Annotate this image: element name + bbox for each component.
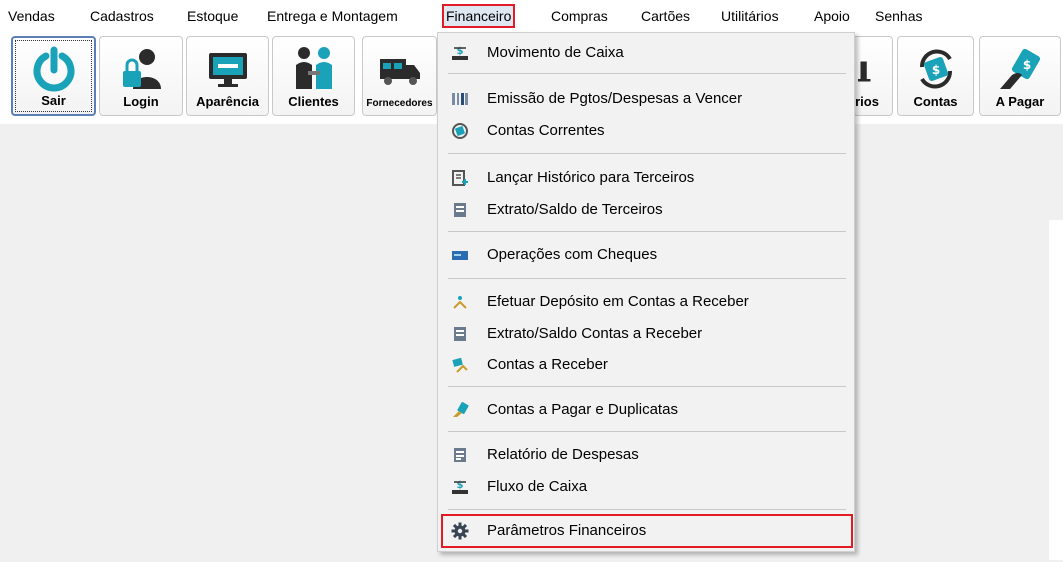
separator xyxy=(448,431,846,432)
statement-icon xyxy=(454,203,466,217)
menu-item-extrato-contas-receber[interactable]: Extrato/Saldo Contas a Receber xyxy=(441,318,851,350)
power-icon xyxy=(33,46,74,92)
cash-register-icon: $ xyxy=(452,480,468,494)
expense-report-icon xyxy=(454,448,466,462)
statement-icon xyxy=(454,327,466,341)
menu-item-relatorio-despesas[interactable]: Relatório de Despesas xyxy=(441,439,851,471)
clipboard-add-icon xyxy=(452,170,468,186)
contas-button[interactable]: $ Contas xyxy=(897,36,974,116)
menu-item-efetuar-deposito[interactable]: Efetuar Depósito em Contas a Receber xyxy=(441,286,851,318)
cash-register-icon: $ xyxy=(452,46,468,60)
clientes-button[interactable]: Clientes xyxy=(272,36,355,116)
svg-text:$: $ xyxy=(931,63,939,77)
separator xyxy=(448,231,846,232)
aparencia-label: Aparência xyxy=(196,94,259,109)
relatorios-button[interactable]: rios xyxy=(853,36,893,116)
menu-cadastros[interactable]: Cadastros xyxy=(87,6,157,26)
menu-financeiro[interactable]: Financeiro xyxy=(442,4,516,28)
contas-label: Contas xyxy=(913,94,958,109)
menu-item-operacoes-cheques[interactable]: Operações com Cheques xyxy=(441,239,851,271)
menu-vendas[interactable]: Vendas xyxy=(5,6,58,26)
relatorios-label: rios xyxy=(855,94,879,109)
menu-cartoes[interactable]: Cartões xyxy=(638,6,693,26)
menu-compras[interactable]: Compras xyxy=(548,6,611,26)
menu-estoque[interactable]: Estoque xyxy=(184,6,241,26)
deposit-icon xyxy=(453,296,467,309)
menu-item-fluxo-caixa[interactable]: $ Fluxo de Caixa xyxy=(441,471,851,503)
sair-label: Sair xyxy=(41,93,66,108)
separator xyxy=(448,153,846,154)
menu-item-parametros-financeiros[interactable]: Parâmetros Financeiros xyxy=(441,514,853,548)
side-panel-edge xyxy=(1049,220,1063,560)
separator xyxy=(448,278,846,279)
menu-senhas[interactable]: Senhas xyxy=(872,6,925,26)
hand-money-icon xyxy=(453,402,469,417)
gear-icon xyxy=(451,522,469,540)
hand-money-icon: $ xyxy=(1000,48,1041,89)
menu-apoio[interactable]: Apoio xyxy=(811,6,853,26)
report-icon xyxy=(858,61,871,82)
fornecedores-button[interactable]: Fornecedores xyxy=(362,36,437,116)
clients-handshake-icon xyxy=(295,47,332,89)
receive-money-icon xyxy=(452,357,468,373)
menu-item-extrato-terceiros[interactable]: Extrato/Saldo de Terceiros xyxy=(441,194,851,226)
menu-bar: Vendas Cadastros Estoque Entrega e Monta… xyxy=(0,0,1063,32)
user-lock-icon xyxy=(123,49,161,89)
financeiro-dropdown: $ Movimento de Caixa Emissão de Pgtos/De… xyxy=(437,32,855,552)
a-pagar-label: A Pagar xyxy=(995,94,1045,109)
menu-item-emissao-pgtos[interactable]: Emissão de Pgtos/Despesas a Vencer xyxy=(441,83,851,115)
svg-text:$: $ xyxy=(1023,58,1031,72)
separator xyxy=(448,73,846,74)
menu-item-contas-receber[interactable]: Contas a Receber xyxy=(441,349,851,381)
separator xyxy=(448,509,846,510)
menu-entrega-montagem[interactable]: Entrega e Montagem xyxy=(264,6,401,26)
menu-utilitarios[interactable]: Utilitários xyxy=(718,6,782,26)
login-button[interactable]: Login xyxy=(99,36,183,116)
login-label: Login xyxy=(123,94,159,109)
menu-item-contas-correntes[interactable]: Contas Correntes xyxy=(441,115,851,147)
aparencia-button[interactable]: Aparência xyxy=(186,36,269,116)
menu-item-lancar-historico[interactable]: Lançar Histórico para Terceiros xyxy=(441,162,851,194)
money-cycle-icon xyxy=(452,123,468,139)
monitor-icon xyxy=(208,53,247,87)
money-cycle-icon: $ xyxy=(919,49,952,89)
cheque-icon xyxy=(452,251,468,260)
truck-icon xyxy=(379,59,420,85)
separator xyxy=(448,386,846,387)
menu-item-contas-pagar-duplicatas[interactable]: Contas a Pagar e Duplicatas xyxy=(441,394,851,426)
a-pagar-button[interactable]: $ A Pagar xyxy=(979,36,1061,116)
barcode-icon xyxy=(452,93,468,105)
sair-button[interactable]: Sair xyxy=(11,36,96,116)
fornecedores-label: Fornecedores xyxy=(366,98,433,109)
clientes-label: Clientes xyxy=(288,94,339,109)
menu-item-movimento-caixa[interactable]: $ Movimento de Caixa xyxy=(441,37,851,69)
